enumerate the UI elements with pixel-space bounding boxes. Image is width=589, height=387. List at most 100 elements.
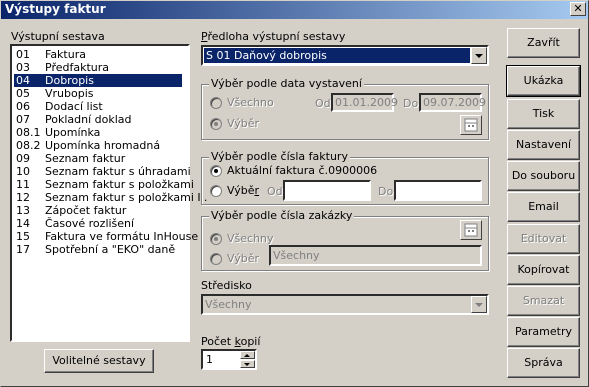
list-item-name: Faktura ve formátu InHouse xyxy=(45,230,199,243)
order-selection-label: Výběr xyxy=(227,252,260,265)
list-item-code: 01 xyxy=(16,48,30,61)
list-item[interactable]: 06 Dodací list xyxy=(14,100,182,113)
list-item[interactable]: 10 Seznam faktur s úhradami xyxy=(14,165,191,178)
invoice-selection-radio[interactable] xyxy=(210,185,222,197)
copies-value: 1 xyxy=(206,353,213,366)
to-file-button[interactable]: Do souboru xyxy=(507,161,580,191)
report-listbox[interactable]: 01 Faktura 03 Předfaktura 04 Dobropis 05 Vrubop… xyxy=(10,44,207,342)
list-item[interactable]: 13 Zápočet faktur xyxy=(14,204,182,217)
list-item[interactable]: 09 Seznam faktur xyxy=(14,152,182,165)
chevron-down-icon xyxy=(475,303,483,307)
print-button[interactable]: Tisk xyxy=(507,99,580,129)
order-all-radio[interactable] xyxy=(210,233,222,245)
template-selected-value: S 01 Daňový dobropis xyxy=(204,48,470,63)
copies-down-button[interactable] xyxy=(240,360,255,368)
email-button[interactable]: Email xyxy=(507,192,580,222)
list-item[interactable]: 17 Spotřební a "EKO" daně xyxy=(14,243,182,256)
current-invoice-label: Aktuální faktura č.0900006 xyxy=(227,164,378,177)
list-item[interactable]: 01 Faktura xyxy=(14,48,182,61)
date-all-label: Všechno xyxy=(227,96,274,109)
list-item[interactable]: 11 Seznam faktur s položkami xyxy=(14,178,194,191)
list-item-code: 06 xyxy=(16,100,30,113)
list-item-code: 08.2 xyxy=(16,139,41,152)
list-item-code: 09 xyxy=(16,152,30,165)
copies-up-button[interactable] xyxy=(240,351,255,359)
date-from-label: Od xyxy=(315,97,331,110)
close-window-button[interactable]: ✕ xyxy=(570,2,586,16)
copies-spinner[interactable]: 1 xyxy=(201,349,257,370)
invoice-group-caption: Výběr podle čísla faktury xyxy=(209,150,350,163)
management-button[interactable]: Správa xyxy=(507,348,580,378)
list-item[interactable]: 08.2 Upomínka hromadná xyxy=(14,139,182,152)
list-item-name: Seznam faktur s úhradami xyxy=(45,165,191,178)
current-invoice-radio[interactable] xyxy=(210,165,222,177)
list-item[interactable]: 15 Faktura ve formátu InHouse xyxy=(14,230,198,243)
list-item-code: 17 xyxy=(16,243,30,256)
list-item-code: 10 xyxy=(16,165,30,178)
copy-button[interactable]: Kopírovat xyxy=(507,255,580,285)
calendar-icon xyxy=(464,118,478,132)
date-group-caption: Výběr podle data vystavení xyxy=(209,77,364,90)
chevron-down-icon xyxy=(475,54,483,58)
list-item-code: 04 xyxy=(16,74,30,87)
date-to-field[interactable]: 09.07.2009 xyxy=(419,93,486,112)
center-dropdown-button[interactable] xyxy=(471,296,487,313)
list-item-code: 05 xyxy=(16,87,30,100)
calendar-button[interactable] xyxy=(460,115,482,135)
close-icon: ✕ xyxy=(573,2,583,15)
template-label: Předloha výstupní sestavy xyxy=(201,30,346,43)
center-label: Středisko xyxy=(201,279,252,292)
order-all-label: Všechny xyxy=(227,232,274,245)
list-item-code: 07 xyxy=(16,113,30,126)
list-item-name: Seznam faktur xyxy=(45,152,126,165)
settings-button[interactable]: Nastavení xyxy=(507,130,580,160)
list-item-code: 14 xyxy=(16,217,30,230)
list-item-name: Seznam faktur s položkami xyxy=(45,178,194,191)
list-item-name: Vrubopis xyxy=(45,87,94,100)
arrow-down-icon xyxy=(244,363,250,366)
list-item[interactable]: 14 Časové rozlišení xyxy=(14,217,182,230)
calendar-icon xyxy=(464,223,478,237)
preview-button[interactable]: Ukázka xyxy=(506,65,581,97)
list-item-code: 15 xyxy=(16,230,30,243)
list-item-name: Dobropis xyxy=(45,74,94,87)
list-item-code: 12 xyxy=(16,191,30,204)
list-item[interactable]: 08.1 Upomínka xyxy=(14,126,182,139)
optional-reports-button[interactable]: Volitelné sestavy xyxy=(44,349,154,373)
list-item[interactable]: 03 Předfaktura xyxy=(14,61,182,74)
list-item[interactable]: 07 Pokladní doklad xyxy=(14,113,182,126)
order-group-caption: Výběr podle čísla zakázky xyxy=(209,209,355,222)
copies-label: Počet kopií xyxy=(201,335,261,348)
list-item-name: Spotřební a "EKO" daně xyxy=(45,243,176,256)
order-picker-button[interactable] xyxy=(460,220,482,240)
edit-button[interactable]: Editovat xyxy=(507,224,580,254)
order-selection-field[interactable]: Všechny xyxy=(269,245,482,266)
delete-button[interactable]: Smazat xyxy=(507,286,580,316)
invoice-from-label: Od xyxy=(267,185,283,198)
list-item[interactable]: 05 Vrubopis xyxy=(14,87,182,100)
list-item-name: Zápočet faktur xyxy=(45,204,127,217)
template-dropdown-button[interactable] xyxy=(471,47,487,64)
date-all-radio[interactable] xyxy=(210,97,222,109)
order-selection-radio[interactable] xyxy=(210,253,222,265)
parameters-button[interactable]: Parametry xyxy=(507,317,580,347)
invoice-from-field[interactable] xyxy=(283,180,371,201)
list-item-name: Pokladní doklad xyxy=(45,113,132,126)
title-bar: Výstupy faktur xyxy=(0,0,589,19)
list-item[interactable]: 04 Dobropis xyxy=(14,74,182,87)
invoice-to-field[interactable] xyxy=(394,180,482,201)
date-selection-radio[interactable] xyxy=(210,118,222,130)
center-select[interactable]: Všechny xyxy=(201,294,489,315)
list-item-name: Předfaktura xyxy=(45,61,110,74)
list-item-name: Časové rozlišení xyxy=(45,217,135,230)
list-item-code: 11 xyxy=(16,178,30,191)
list-item-code: 13 xyxy=(16,204,30,217)
date-to-label: Do xyxy=(403,97,419,110)
list-item[interactable]: 12 Seznam faktur s položkami II. xyxy=(14,191,207,204)
close-button[interactable]: Zavřít xyxy=(507,28,580,58)
date-from-field[interactable]: 01.01.2009 xyxy=(331,93,398,112)
list-item-name: Upomínka xyxy=(45,126,101,139)
template-select[interactable]: S 01 Daňový dobropis xyxy=(201,45,489,66)
invoice-to-label: Do xyxy=(378,185,394,198)
arrow-up-icon xyxy=(244,354,250,357)
